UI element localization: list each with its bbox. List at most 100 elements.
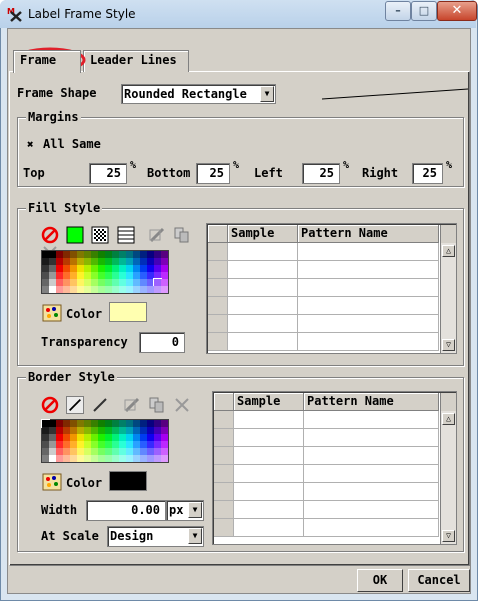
color-swatch[interactable] — [161, 434, 168, 441]
color-swatch[interactable] — [161, 251, 168, 258]
color-swatch[interactable] — [70, 420, 77, 427]
color-swatch[interactable] — [147, 448, 154, 455]
color-swatch[interactable] — [63, 251, 70, 258]
color-swatch[interactable] — [84, 265, 91, 272]
color-swatch[interactable] — [161, 286, 168, 293]
color-swatch[interactable] — [91, 258, 98, 265]
color-swatch[interactable] — [112, 455, 119, 462]
color-swatch[interactable] — [105, 441, 112, 448]
color-swatch[interactable] — [49, 251, 56, 258]
color-swatch[interactable] — [126, 455, 133, 462]
color-swatch[interactable] — [133, 427, 140, 434]
color-swatch[interactable] — [56, 265, 63, 272]
color-swatch[interactable] — [126, 272, 133, 279]
border-pattern-table[interactable]: Sample Pattern Name △ ▽ — [212, 391, 457, 545]
color-swatch[interactable] — [140, 251, 147, 258]
chevron-down-icon[interactable]: ▼ — [260, 86, 274, 102]
color-swatch[interactable] — [105, 286, 112, 293]
color-swatch[interactable] — [49, 448, 56, 455]
tab-frame[interactable]: Frame — [13, 50, 81, 73]
color-swatch[interactable] — [70, 448, 77, 455]
color-swatch[interactable] — [63, 272, 70, 279]
color-swatch[interactable] — [56, 258, 63, 265]
color-swatch[interactable] — [77, 441, 84, 448]
color-swatch[interactable] — [84, 427, 91, 434]
color-swatch[interactable] — [56, 427, 63, 434]
color-swatch[interactable] — [161, 258, 168, 265]
color-swatch[interactable] — [105, 420, 112, 427]
color-swatch[interactable] — [84, 448, 91, 455]
color-swatch[interactable] — [119, 286, 126, 293]
table-row[interactable] — [214, 501, 439, 519]
border-color-palette[interactable] — [41, 419, 169, 463]
color-swatch[interactable] — [112, 434, 119, 441]
color-swatch[interactable] — [77, 420, 84, 427]
paste-icon[interactable] — [148, 396, 166, 414]
close-button[interactable]: ✕ — [437, 1, 477, 21]
color-swatch[interactable] — [147, 455, 154, 462]
color-swatch[interactable] — [42, 441, 49, 448]
color-swatch[interactable] — [42, 251, 49, 258]
color-swatch[interactable] — [133, 272, 140, 279]
color-swatch[interactable] — [133, 420, 140, 427]
color-swatch[interactable] — [42, 258, 49, 265]
hatch-fill-icon[interactable] — [117, 226, 135, 244]
color-swatch[interactable] — [70, 427, 77, 434]
color-swatch[interactable] — [140, 448, 147, 455]
color-swatch[interactable] — [161, 427, 168, 434]
solid-line-icon[interactable] — [66, 396, 85, 414]
color-swatch[interactable] — [126, 441, 133, 448]
color-swatch[interactable] — [56, 272, 63, 279]
color-swatch[interactable] — [153, 278, 162, 287]
color-swatch[interactable] — [126, 286, 133, 293]
color-swatch[interactable] — [154, 441, 161, 448]
color-swatch[interactable] — [105, 258, 112, 265]
color-swatch[interactable] — [140, 434, 147, 441]
color-swatch[interactable] — [98, 448, 105, 455]
color-swatch[interactable] — [84, 279, 91, 286]
color-swatch[interactable] — [154, 258, 161, 265]
color-swatch[interactable] — [77, 258, 84, 265]
color-swatch[interactable] — [126, 427, 133, 434]
color-swatch[interactable] — [49, 420, 56, 427]
color-swatch[interactable] — [98, 272, 105, 279]
color-swatch[interactable] — [77, 265, 84, 272]
table-row[interactable] — [214, 465, 439, 483]
color-swatch[interactable] — [70, 265, 77, 272]
color-swatch[interactable] — [63, 441, 70, 448]
color-swatch[interactable] — [147, 265, 154, 272]
color-swatch[interactable] — [133, 251, 140, 258]
color-swatch[interactable] — [56, 251, 63, 258]
line-pattern-icon[interactable] — [91, 396, 109, 414]
color-swatch[interactable] — [42, 279, 49, 286]
color-swatch[interactable] — [140, 258, 147, 265]
color-swatch[interactable] — [105, 427, 112, 434]
table-row[interactable] — [214, 519, 439, 537]
color-swatch[interactable] — [84, 272, 91, 279]
color-swatch[interactable] — [105, 455, 112, 462]
color-swatch[interactable] — [105, 434, 112, 441]
no-fill-icon[interactable] — [41, 226, 59, 244]
color-swatch[interactable] — [84, 251, 91, 258]
color-swatch[interactable] — [63, 427, 70, 434]
fill-table-scrollbar[interactable]: △ ▽ — [440, 225, 456, 353]
color-swatch[interactable] — [91, 441, 98, 448]
color-swatch[interactable] — [98, 251, 105, 258]
color-swatch[interactable] — [119, 420, 126, 427]
color-swatch[interactable] — [56, 286, 63, 293]
table-row[interactable] — [214, 429, 439, 447]
palette-icon[interactable] — [42, 473, 62, 491]
color-swatch[interactable] — [140, 279, 147, 286]
fill-scroll-down[interactable]: ▽ — [442, 339, 455, 351]
all-same-checkbox[interactable]: ✖ — [27, 138, 34, 151]
color-swatch[interactable] — [91, 286, 98, 293]
color-swatch[interactable] — [119, 272, 126, 279]
color-swatch[interactable] — [147, 258, 154, 265]
table-row[interactable] — [214, 483, 439, 501]
color-swatch[interactable] — [77, 448, 84, 455]
table-row[interactable] — [208, 333, 439, 351]
color-swatch[interactable] — [112, 448, 119, 455]
color-swatch[interactable] — [91, 427, 98, 434]
color-swatch[interactable] — [147, 434, 154, 441]
color-swatch[interactable] — [98, 441, 105, 448]
